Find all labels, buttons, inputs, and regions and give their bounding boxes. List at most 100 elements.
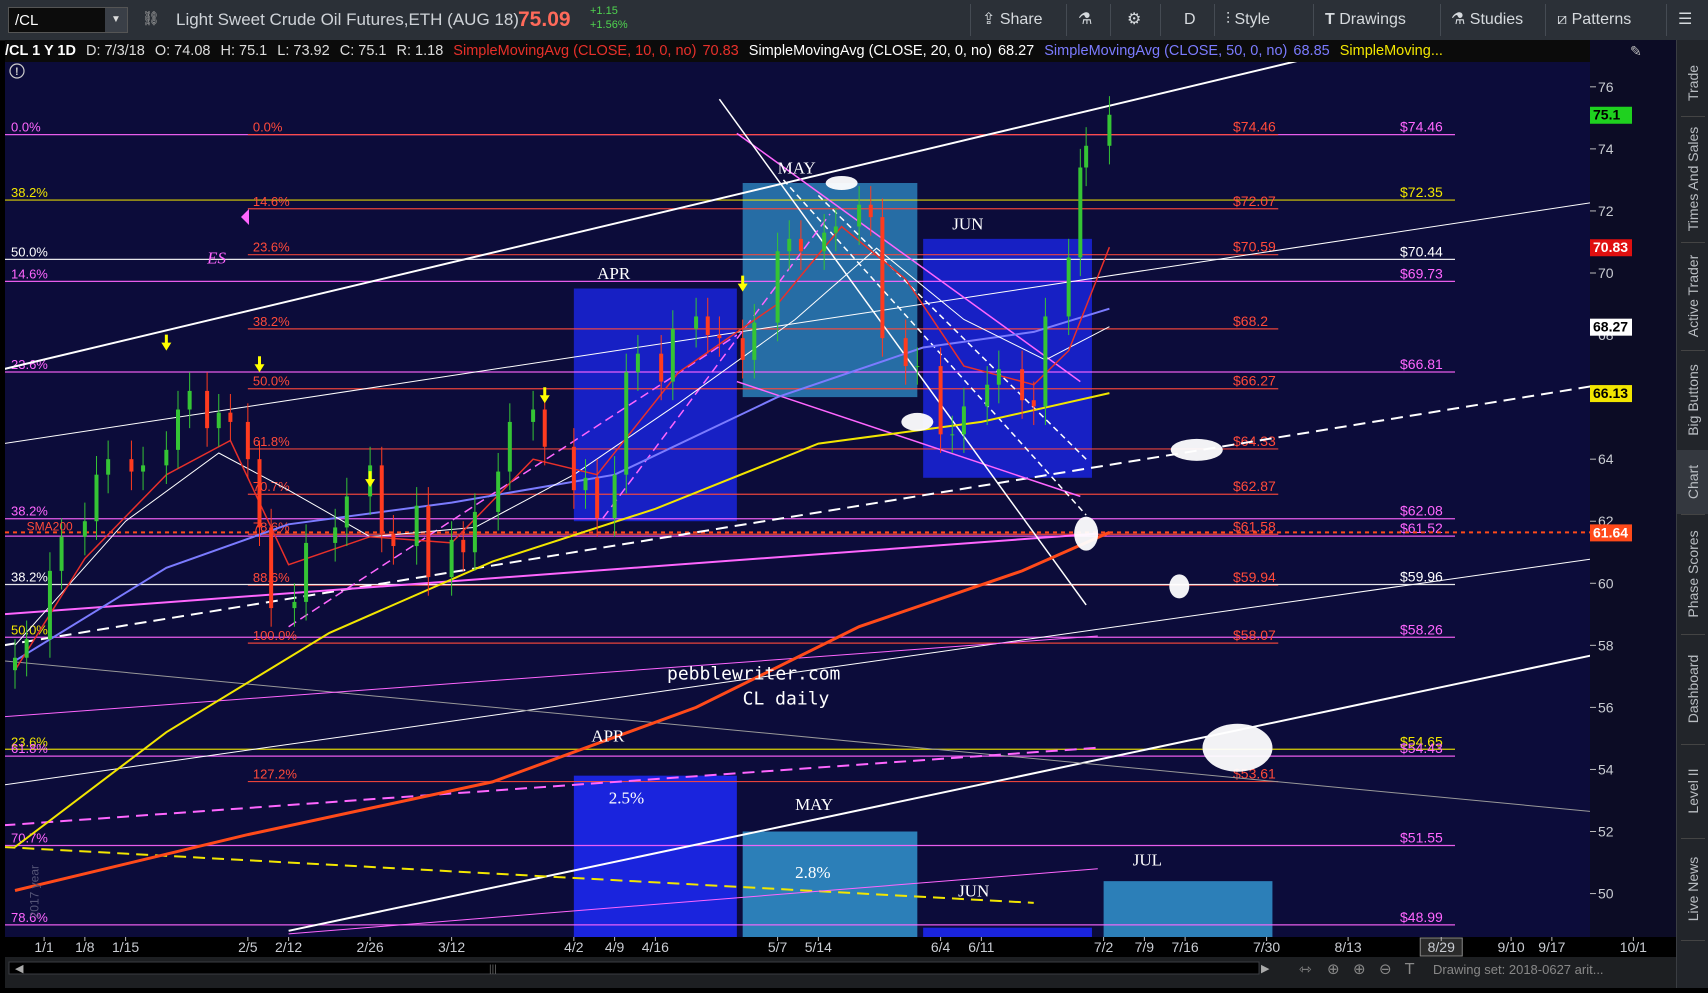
candle-body [13, 657, 17, 671]
date-tick-label: 4/16 [642, 939, 669, 955]
sidebar-tab-label: Dashboard [1685, 654, 1701, 724]
sma-more-label[interactable]: SimpleMoving... [1340, 43, 1443, 59]
candle-body [507, 421, 512, 472]
sidebar-tab-live-news[interactable]: Live News [1677, 838, 1708, 940]
level-label: $59.96 [1400, 569, 1443, 585]
scroll-left-icon[interactable]: ◀ [15, 963, 24, 975]
candle[interactable] [1043, 297, 1048, 426]
drawings-button[interactable]: T Drawings [1325, 8, 1406, 32]
sma20-label[interactable]: SimpleMovingAvg (CLOSE, 20, 0, no) [749, 43, 992, 59]
candle-body [775, 251, 780, 323]
date-tick-label: 5/7 [768, 939, 788, 955]
price-axis[interactable]: 5052545658606264666870727476✎75.170.8368… [1590, 40, 1676, 937]
price-tick-label: 72 [1598, 203, 1614, 219]
link-icon[interactable]: ⛓ [142, 10, 160, 27]
candle-body [950, 434, 955, 436]
zoom-in-icon[interactable]: ⊕ [1353, 960, 1366, 978]
jun-box [923, 238, 1092, 478]
candle-body [1020, 369, 1025, 401]
candle[interactable] [1078, 148, 1083, 277]
candle-body [1066, 257, 1071, 317]
candle-body [857, 204, 862, 227]
sidebar-tab-level-ii[interactable]: Level II [1677, 744, 1708, 838]
crosshair-icon[interactable]: ⊕ [1327, 960, 1340, 978]
date-tick-label: 8/29 [1428, 939, 1455, 955]
sidebar-tab-big-buttons[interactable]: Big Buttons [1677, 350, 1708, 450]
sidebar-tab-label: Active Trader [1685, 254, 1701, 338]
price-tick-label: 56 [1598, 699, 1614, 715]
candle-body [344, 496, 349, 528]
level-label: $61.52 [1400, 520, 1443, 536]
candle[interactable] [624, 353, 629, 494]
sidebar-tab-trade[interactable]: Trade [1677, 50, 1708, 116]
patterns-button[interactable]: ⧄ Patterns [1557, 8, 1631, 32]
annotation-text: 2.8% [795, 863, 830, 882]
level-label: $48.99 [1400, 909, 1443, 925]
chart-scrollbar[interactable]: ◀ ▶ ||| ⇿ ⊕ ⊕ ⊖ T Drawing set: 2018-0627… [5, 957, 1676, 988]
level-label: $64.33 [1233, 433, 1276, 449]
price-tag-label: 61.64 [1593, 524, 1628, 540]
text-tool-icon[interactable]: T [1404, 960, 1415, 978]
candle-body [82, 521, 87, 537]
flask-icon: ⚗ [1078, 11, 1093, 28]
chevron-down-icon[interactable]: ▼ [105, 8, 127, 32]
fib-label: 23.6% [253, 240, 290, 255]
sma50-label[interactable]: SimpleMovingAvg (CLOSE, 50, 0, no) [1044, 43, 1287, 59]
sidebar-tab-times-and-sales[interactable]: Times And Sales [1677, 116, 1708, 242]
scroll-thumb-grip-icon[interactable]: ||| [489, 964, 497, 975]
candle-body [245, 421, 250, 460]
sidebar-tab-chart[interactable]: Chart [1677, 450, 1708, 514]
sidebar-tab-dashboard[interactable]: Dashboard [1677, 634, 1708, 744]
candle-body [59, 536, 64, 571]
price-tag-label: 70.83 [1593, 239, 1628, 255]
price-chart[interactable]: $74.46 $74.46 $72.35 $72.07 $70.59 $70.44 $69.… [5, 62, 1590, 937]
candle-body [996, 369, 1001, 385]
fib-label: 50.0% [253, 374, 290, 389]
candle-body [1084, 145, 1089, 168]
marker-ellipse [1074, 516, 1099, 551]
menu-button[interactable]: ☰ [1678, 8, 1692, 32]
candle-body [304, 542, 309, 602]
sidebar-divider [1681, 940, 1705, 941]
settings-button[interactable]: ⚙ [1127, 8, 1141, 32]
level-label: $70.59 [1233, 239, 1276, 255]
date-axis[interactable]: 1/1 1/8 1/15 2/5 2/12 2/26 3/12 4/2 4/9 4/16 5/7 5/… [5, 937, 1676, 957]
bar-date: D: 7/3/18 [85, 43, 145, 59]
studies-button[interactable]: ⚗ Studies [1451, 8, 1523, 32]
zoom-out-icon[interactable]: ⊖ [1379, 960, 1392, 978]
sidebar-tab-active-trader[interactable]: Active Trader [1677, 242, 1708, 350]
sma10-label[interactable]: SimpleMovingAvg (CLOSE, 10, 0, no) [453, 43, 696, 59]
change-value: +1.15 [590, 5, 618, 17]
candle-body [379, 465, 384, 534]
scroll-right-icon[interactable]: ▶ [1261, 963, 1270, 975]
price-change: +1.15 +1.56% [590, 4, 628, 32]
candle-body [333, 527, 338, 543]
share-button[interactable]: ⇪ Share [982, 8, 1043, 32]
price-tick-label: 54 [1598, 761, 1614, 777]
date-tick-label: 1/8 [75, 939, 95, 955]
symbol-period: /CL 1 Y 1D [5, 43, 76, 59]
scrollbar-graphic: ◀ ▶ ||| ⇿ ⊕ ⊕ ⊖ T Drawing set: 2018-0627… [5, 957, 1676, 988]
sidebar-tab-label: Live News [1685, 856, 1701, 922]
style-button[interactable]: ⫶ Style [1226, 8, 1270, 32]
flask-button[interactable]: ⚗ [1078, 8, 1092, 32]
toolbar-divider [1214, 4, 1215, 36]
candle-body [752, 322, 757, 360]
candle-body [391, 533, 396, 547]
pan-icon[interactable]: ⇿ [1299, 960, 1312, 978]
sidebar-tab-phase-scores[interactable]: Phase Scores [1677, 514, 1708, 634]
symbol-input[interactable]: /CL ▼ [8, 7, 128, 33]
bar-close: C: 75.1 [339, 43, 387, 59]
candle[interactable] [880, 198, 885, 357]
annotation-text: CL daily [743, 688, 830, 709]
date-tick-label: 2/5 [238, 939, 258, 955]
sidebar-tab-label: Level II [1685, 768, 1701, 814]
candle-body [880, 217, 885, 339]
candle-body [449, 539, 454, 578]
annotation-text: APR [591, 727, 625, 746]
period-button[interactable]: D [1184, 8, 1196, 32]
drawing-set-label[interactable]: Drawing set: 2018-0627 arit... [1433, 962, 1604, 977]
fib-label: 14.6% [11, 266, 48, 281]
last-price: 75.09 [518, 8, 571, 31]
candle-body [740, 338, 745, 360]
